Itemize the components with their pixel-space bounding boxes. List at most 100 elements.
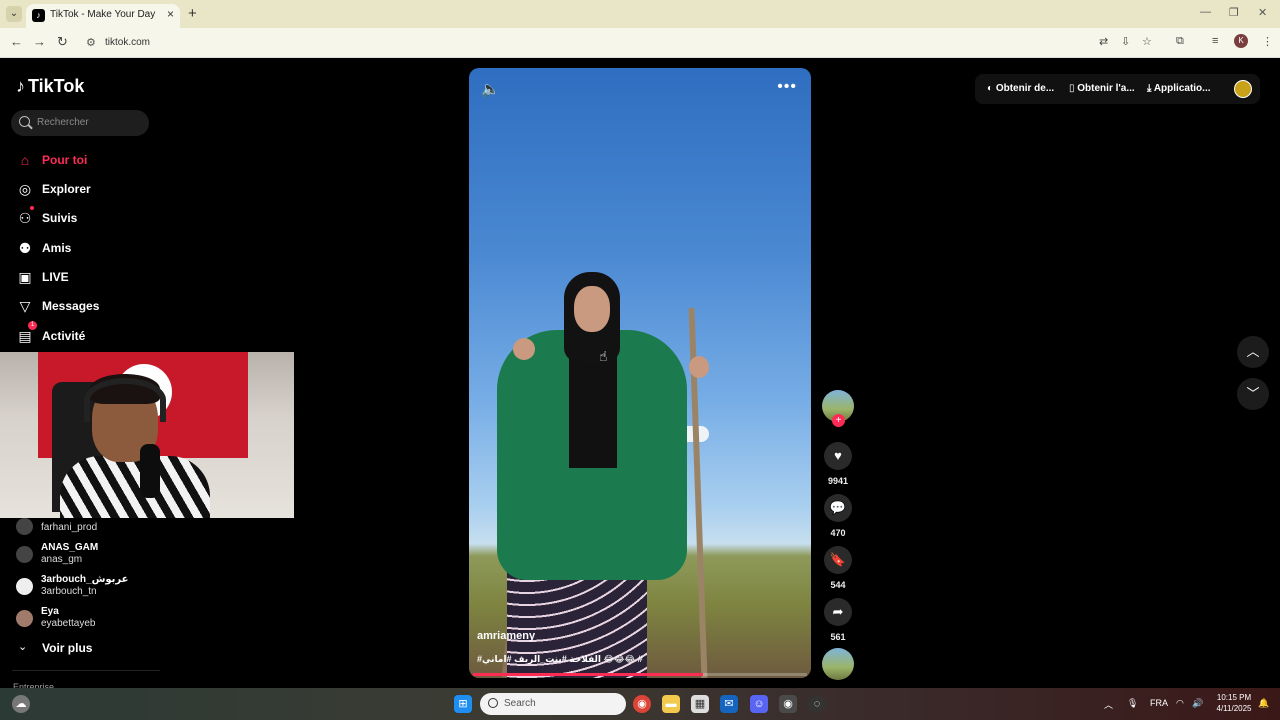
nav-item-friends[interactable]: ⚉ Amis xyxy=(16,238,166,258)
wifi-icon[interactable]: ◠ xyxy=(1176,698,1184,709)
install-app-label: Applicatio... xyxy=(1153,83,1211,94)
hand-cursor-icon: ☝ xyxy=(599,348,608,364)
discord-icon[interactable]: ☺ xyxy=(750,695,768,713)
tiktok-logo[interactable]: ♪ TikTok xyxy=(16,76,84,97)
taskbar-search[interactable]: Search xyxy=(480,693,626,715)
outlook-icon[interactable]: ✉ xyxy=(720,695,738,713)
streamer-shirt xyxy=(60,456,210,518)
address-bar[interactable]: ⚙ tiktok.com xyxy=(80,32,1090,54)
avatar xyxy=(16,578,33,595)
microphone xyxy=(140,444,160,498)
extensions-icon[interactable]: ⧉ xyxy=(1176,35,1184,48)
more-options-icon[interactable]: ••• xyxy=(777,78,797,96)
profile-avatar[interactable]: K xyxy=(1234,34,1248,48)
get-app-button[interactable]: ▯ Obtenir l'a... xyxy=(1069,83,1135,94)
following-account[interactable]: 3arbouch_عربوش 3arbouch_tn xyxy=(16,574,176,602)
get-app-label: Obtenir l'a... xyxy=(1077,83,1135,94)
weather-icon[interactable]: ☁ xyxy=(12,695,30,713)
tiktok-page: ♪ TikTok Rechercher ⌂ Pour toi ◎ Explorer… xyxy=(0,58,1280,692)
home-icon: ⌂ xyxy=(20,152,30,168)
window-close-icon[interactable]: ✕ xyxy=(1258,6,1267,19)
start-icon[interactable]: ⊞ xyxy=(454,695,472,713)
os-taskbar: ☁ ⊞ Search ◉ ▬ ▦ ✉ ☺ ◉ ◌ ︿ 🎙 FRA ◠ 🔊 10:… xyxy=(0,688,1280,720)
follow-plus-icon[interactable]: + xyxy=(832,414,845,427)
microphone-icon[interactable]: 🎙 xyxy=(1127,698,1138,709)
clock-date: 4/11/2025 xyxy=(1216,704,1252,713)
video-progress-fill xyxy=(473,673,704,676)
browser-tab[interactable]: ♪ TikTok - Make Your Day × xyxy=(26,4,180,28)
sound-disc[interactable] xyxy=(822,648,854,680)
nav-item-explore[interactable]: ◎ Explorer xyxy=(16,179,166,199)
tab-close-icon[interactable]: × xyxy=(167,7,174,21)
video-player[interactable]: 🔈 ••• ☝ amriameny #الفلاحة #بنت_الريف #ا… xyxy=(469,68,811,678)
comment-button[interactable]: 💬 xyxy=(824,494,852,522)
new-dot xyxy=(30,206,34,210)
notifications-icon[interactable]: 🔔 xyxy=(1258,698,1269,709)
file-explorer-icon[interactable]: ▬ xyxy=(662,695,680,713)
share-button[interactable]: ➦ xyxy=(824,598,852,626)
reload-icon[interactable]: ↻ xyxy=(57,34,68,50)
video-author[interactable]: amriameny xyxy=(477,630,535,642)
reading-list-icon[interactable]: ≡ xyxy=(1212,35,1218,47)
chrome-icon[interactable]: ◉ xyxy=(633,695,651,713)
video-caption[interactable]: #الفلاحة #بنت_الريف #اماني 😂😂😂 # xyxy=(477,654,643,665)
nav-item-activity[interactable]: ▤ 1 Activité xyxy=(16,321,166,346)
get-coins-button[interactable]: ◐ Obtenir de... xyxy=(987,83,1054,94)
search-input[interactable]: Rechercher xyxy=(11,110,149,136)
account-name: 3arbouch_عربوش xyxy=(41,574,129,585)
nav-label: Amis xyxy=(42,241,72,255)
tiktok-favicon-icon: ♪ xyxy=(32,9,45,22)
bookmark-icon: 🔖 xyxy=(829,552,847,567)
browser-menu-icon[interactable]: ⋮ xyxy=(1262,35,1273,48)
like-button[interactable]: ♥ xyxy=(824,442,852,470)
store-icon[interactable]: ▦ xyxy=(691,695,709,713)
comment-count: 470 xyxy=(830,528,846,538)
browser-tab-bar: ⌄ ♪ TikTok - Make Your Day × + — ❐ ✕ xyxy=(0,0,1280,28)
get-coins-label: Obtenir de... xyxy=(995,83,1055,94)
tab-search-button[interactable]: ⌄ xyxy=(6,6,22,22)
bookmark-star-icon[interactable]: ☆ xyxy=(1142,35,1152,48)
nav-item-messages[interactable]: ▽ Messages xyxy=(16,296,166,316)
following-account[interactable]: ANAS_GAM anas_gm xyxy=(16,542,176,570)
restore-icon[interactable]: ❐ xyxy=(1229,6,1239,19)
account-handle: 3arbouch_tn xyxy=(41,586,97,597)
next-video-button[interactable]: ﹀ xyxy=(1237,378,1269,410)
following-account[interactable]: Eya eyabettayeb xyxy=(16,606,176,634)
obs-icon[interactable]: ◌ xyxy=(808,695,826,713)
tab-title: TikTok - Make Your Day xyxy=(50,9,156,20)
speaker-icon[interactable]: 🔊 xyxy=(1192,698,1203,709)
share-icon: ➦ xyxy=(832,604,844,619)
minimize-icon[interactable]: — xyxy=(1200,6,1211,18)
new-tab-icon[interactable]: + xyxy=(188,5,197,22)
avatar xyxy=(16,610,33,627)
site-info-icon[interactable]: ⚙ xyxy=(86,36,96,49)
chevron-down-icon: ﹀ xyxy=(1246,386,1260,401)
language-indicator[interactable]: FRA xyxy=(1150,698,1168,708)
back-icon[interactable]: ← xyxy=(10,34,23,49)
nav-item-for-you[interactable]: ⌂ Pour toi xyxy=(16,150,166,170)
search-icon xyxy=(488,698,498,708)
messages-icon: ▽ xyxy=(19,298,31,314)
chevron-down-icon: ⌄ xyxy=(18,641,28,653)
nav-label: Pour toi xyxy=(42,153,88,167)
previous-video-button[interactable]: ︿ xyxy=(1237,336,1269,368)
install-app-button[interactable]: ⤓ Applicatio... xyxy=(1147,83,1211,94)
forward-icon[interactable]: → xyxy=(33,34,46,49)
user-avatar[interactable] xyxy=(1234,80,1252,98)
creator-avatar[interactable]: + xyxy=(822,390,854,427)
translate-icon[interactable]: ⇄ xyxy=(1099,35,1108,48)
system-clock[interactable]: 10:15 PM 4/11/2025 xyxy=(1212,692,1256,714)
woman-face xyxy=(574,286,610,332)
install-app-icon[interactable]: ⇩ xyxy=(1121,35,1130,48)
chrome-active-icon[interactable]: ◉ xyxy=(779,695,797,713)
account-handle: farhani_prod xyxy=(41,522,98,533)
volume-icon[interactable]: 🔈 xyxy=(481,80,500,98)
see-more-button[interactable]: ⌄ Voir plus xyxy=(16,640,136,658)
account-name: ANAS_GAM xyxy=(41,542,99,553)
nav-item-following[interactable]: ⚇ Suivis xyxy=(16,206,166,228)
save-button[interactable]: 🔖 xyxy=(824,546,852,574)
nav-item-live[interactable]: ▣ LIVE xyxy=(16,267,166,287)
video-progress-bar[interactable] xyxy=(473,673,807,676)
account-name: Eya xyxy=(41,606,59,617)
tray-overflow-icon[interactable]: ︿ xyxy=(1104,698,1113,711)
